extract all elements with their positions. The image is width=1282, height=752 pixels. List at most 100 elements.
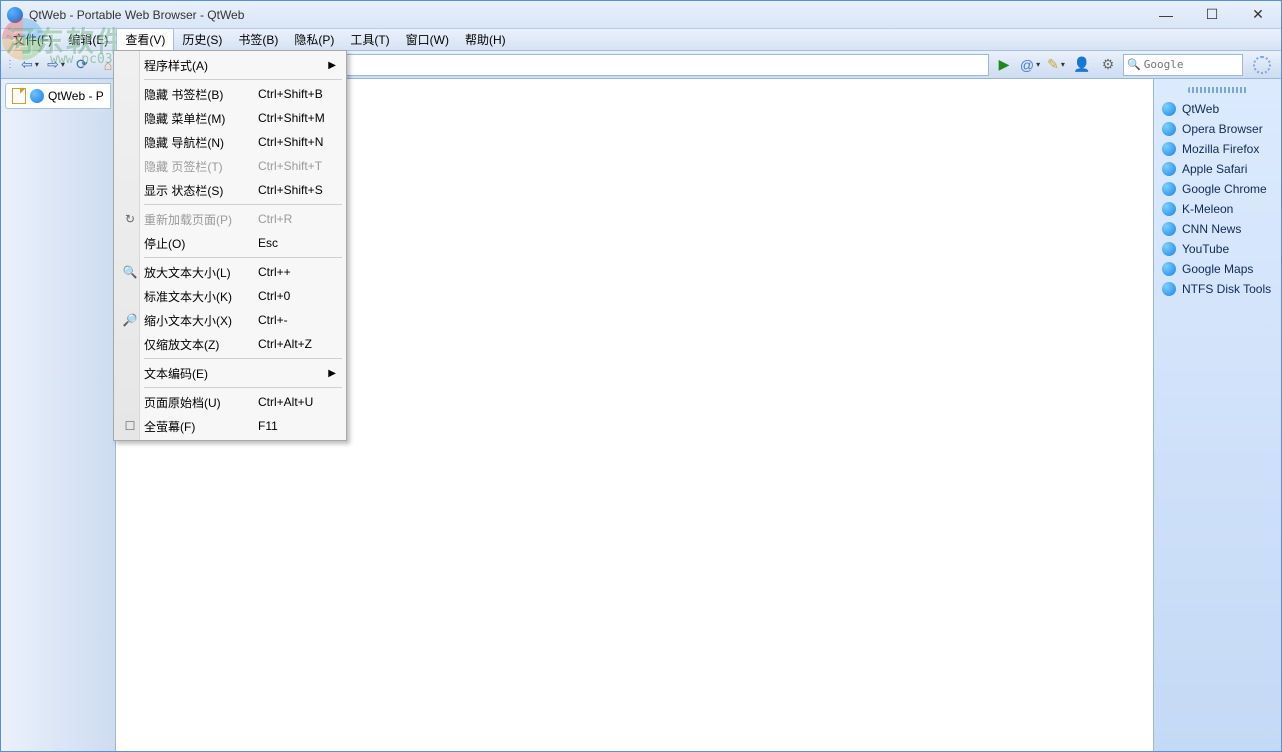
forward-button[interactable]: ⇨ <box>45 54 67 76</box>
menu-item-label: 标准文本大小(K) <box>144 288 258 305</box>
throbber-icon <box>1253 56 1271 74</box>
menu-item-0[interactable]: 程序样式(A)▶ <box>116 53 344 77</box>
menu-item-accel: F11 <box>258 419 344 433</box>
menu-item-icon: ☐ <box>120 419 140 433</box>
menu-item-label: 缩小文本大小(X) <box>144 312 258 329</box>
compat-button[interactable]: @ <box>1019 54 1041 76</box>
menu-item-6[interactable]: 显示 状态栏(S)Ctrl+Shift+S <box>116 178 344 202</box>
menu-item-label: 隐藏 书签栏(B) <box>144 86 258 103</box>
menu-item-2[interactable]: 隐藏 书签栏(B)Ctrl+Shift+B <box>116 82 344 106</box>
menu-item-9[interactable]: 停止(O)Esc <box>116 231 344 255</box>
menu-item-label: 文本编码(E) <box>144 365 258 382</box>
menu-5[interactable]: 隐私(P) <box>286 29 342 50</box>
window-title: QtWeb - Portable Web Browser - QtWeb <box>29 8 1143 22</box>
sidebar-grip[interactable] <box>1188 87 1247 93</box>
menu-item-accel: Ctrl++ <box>258 265 344 279</box>
menu-item-accel: Ctrl+- <box>258 313 344 327</box>
globe-icon <box>1162 122 1176 136</box>
menu-item-label: 隐藏 菜单栏(M) <box>144 110 258 127</box>
bookmark-label: Google Chrome <box>1182 182 1267 196</box>
bookmark-item[interactable]: Apple Safari <box>1158 159 1277 179</box>
close-button[interactable]: ✕ <box>1235 1 1281 28</box>
menu-item-accel: Ctrl+Shift+B <box>258 87 344 101</box>
menu-3[interactable]: 历史(S) <box>174 29 230 50</box>
globe-icon <box>1162 202 1176 216</box>
globe-icon <box>1162 282 1176 296</box>
tab-qtweb[interactable]: QtWeb - P <box>5 83 111 109</box>
menu-separator <box>144 79 342 80</box>
menu-item-12[interactable]: 标准文本大小(K)Ctrl+0 <box>116 284 344 308</box>
menu-item-label: 放大文本大小(L) <box>144 264 258 281</box>
globe-icon <box>1162 102 1176 116</box>
settings-button[interactable]: ⚙ <box>1097 54 1119 76</box>
page-icon <box>12 88 26 104</box>
view-menu-dropdown: 程序样式(A)▶隐藏 书签栏(B)Ctrl+Shift+B隐藏 菜单栏(M)Ct… <box>113 50 347 441</box>
minimize-button[interactable]: — <box>1143 1 1189 28</box>
wand-button[interactable]: ✎ <box>1045 54 1067 76</box>
menu-item-19[interactable]: ☐全萤幕(F)F11 <box>116 414 344 438</box>
search-icon: 🔍 <box>1127 58 1141 71</box>
globe-icon <box>1162 142 1176 156</box>
bookmark-item[interactable]: Mozilla Firefox <box>1158 139 1277 159</box>
bookmark-item[interactable]: QtWeb <box>1158 99 1277 119</box>
menu-item-3[interactable]: 隐藏 菜单栏(M)Ctrl+Shift+M <box>116 106 344 130</box>
go-button[interactable]: ▶ <box>993 54 1015 76</box>
bookmark-item[interactable]: K-Meleon <box>1158 199 1277 219</box>
globe-icon <box>1162 242 1176 256</box>
tab-label: QtWeb - P <box>48 89 104 103</box>
bookmark-label: Mozilla Firefox <box>1182 142 1259 156</box>
menu-item-4[interactable]: 隐藏 导航栏(N)Ctrl+Shift+N <box>116 130 344 154</box>
maximize-button[interactable]: ☐ <box>1189 1 1235 28</box>
bookmark-item[interactable]: CNN News <box>1158 219 1277 239</box>
search-input[interactable] <box>1144 58 1234 71</box>
menu-item-11[interactable]: 🔍放大文本大小(L)Ctrl++ <box>116 260 344 284</box>
menu-item-label: 仅缩放文本(Z) <box>144 336 258 353</box>
globe-icon <box>1162 262 1176 276</box>
bookmark-item[interactable]: YouTube <box>1158 239 1277 259</box>
menu-item-accel: Ctrl+Alt+Z <box>258 337 344 351</box>
menu-separator <box>144 387 342 388</box>
titlebar: QtWeb - Portable Web Browser - QtWeb — ☐… <box>1 1 1281 29</box>
bookmark-item[interactable]: Google Maps <box>1158 259 1277 279</box>
menu-item-8: ↻重新加载页面(P)Ctrl+R <box>116 207 344 231</box>
menu-separator <box>144 204 342 205</box>
globe-icon <box>1162 162 1176 176</box>
menu-item-label: 隐藏 页签栏(T) <box>144 158 258 175</box>
menu-2[interactable]: 查看(V) <box>116 28 174 51</box>
menu-item-14[interactable]: 仅缩放文本(Z)Ctrl+Alt+Z <box>116 332 344 356</box>
app-window: 河东软件园 www.pc0359.cn QtWeb - Portable Web… <box>0 0 1282 752</box>
menu-1[interactable]: 编辑(E) <box>60 29 116 50</box>
menu-item-label: 显示 状态栏(S) <box>144 182 258 199</box>
menu-separator <box>144 358 342 359</box>
submenu-arrow-icon: ▶ <box>328 368 336 379</box>
globe-icon <box>30 89 44 103</box>
menu-item-16[interactable]: 文本编码(E) ▶ <box>116 361 344 385</box>
menu-item-18[interactable]: 页面原始档(U)Ctrl+Alt+U <box>116 390 344 414</box>
menu-item-13[interactable]: 🔎 缩小文本大小(X)Ctrl+- <box>116 308 344 332</box>
menu-item-accel: Ctrl+Shift+N <box>258 135 344 149</box>
menu-item-icon: ↻ <box>120 212 140 226</box>
search-box[interactable]: 🔍 <box>1123 54 1243 76</box>
user-button[interactable]: 👤 <box>1071 54 1093 76</box>
bookmark-item[interactable]: Google Chrome <box>1158 179 1277 199</box>
reload-button[interactable]: ⟳ <box>71 54 93 76</box>
bookmark-item[interactable]: Opera Browser <box>1158 119 1277 139</box>
menu-8[interactable]: 帮助(H) <box>457 29 514 50</box>
menu-item-label: 停止(O) <box>144 235 258 252</box>
menu-item-accel: Ctrl+0 <box>258 289 344 303</box>
bookmark-label: QtWeb <box>1182 102 1219 116</box>
menu-item-label: 页面原始档(U) <box>144 394 258 411</box>
menu-item-accel: Ctrl+R <box>258 212 344 226</box>
menu-6[interactable]: 工具(T) <box>342 29 397 50</box>
menu-item-icon: 🔎 <box>120 313 140 327</box>
bookmark-label: CNN News <box>1182 222 1241 236</box>
menu-4[interactable]: 书签(B) <box>230 29 286 50</box>
menu-item-label: 隐藏 导航栏(N) <box>144 134 258 151</box>
menu-item-label: 程序样式(A) <box>144 57 258 74</box>
bookmark-label: Apple Safari <box>1182 162 1247 176</box>
bookmark-item[interactable]: NTFS Disk Tools <box>1158 279 1277 299</box>
menu-7[interactable]: 窗口(W) <box>398 29 457 50</box>
menu-separator <box>144 257 342 258</box>
menu-item-accel: Esc <box>258 236 344 250</box>
bookmark-label: YouTube <box>1182 242 1229 256</box>
